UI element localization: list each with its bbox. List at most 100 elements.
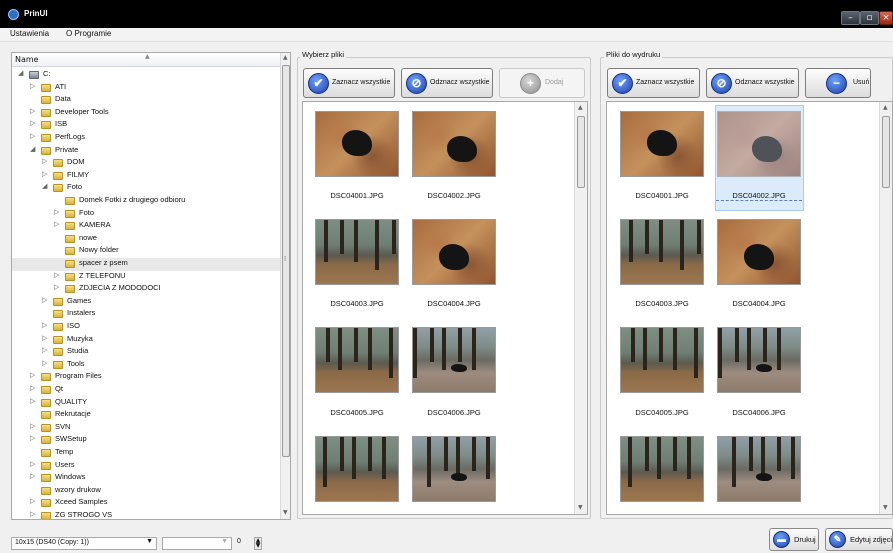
expanded-arrow-icon[interactable]: ◢	[30, 145, 35, 153]
tree-item[interactable]: ▷ SVN	[12, 422, 278, 435]
print-thumbnail[interactable]	[717, 111, 801, 177]
expand-arrow-icon[interactable]: ▷	[42, 346, 47, 354]
print-select-all-button[interactable]: ✔ Zaznacz wszystkie	[607, 68, 700, 98]
expand-arrow-icon[interactable]: ▷	[30, 397, 35, 405]
tree-item[interactable]: ▷ DOM	[12, 157, 278, 170]
print-thumbnail[interactable]	[620, 219, 704, 285]
tree-item[interactable]: ▷ ISO	[12, 321, 278, 334]
scroll-down-arrow-icon[interactable]: ▼	[578, 504, 583, 511]
tree-item[interactable]: ▷ Windows	[12, 472, 278, 485]
source-thumbnail[interactable]	[315, 327, 399, 393]
splitter-grip[interactable]: ⁞	[284, 255, 286, 263]
tree-item[interactable]: ▷ Muzyka	[12, 334, 278, 347]
source-scroll-thumb[interactable]	[577, 116, 585, 188]
source-thumbnail[interactable]	[315, 436, 399, 502]
source-thumbnail[interactable]	[412, 111, 496, 177]
tree-item[interactable]: ◢ Foto	[12, 182, 278, 195]
tree-item[interactable]: ▷ Tools	[12, 359, 278, 372]
tree-item[interactable]: ▷ QUALITY	[12, 397, 278, 410]
tree-item[interactable]: ▷ Program Files	[12, 371, 278, 384]
source-thumbnail[interactable]	[315, 111, 399, 177]
expand-arrow-icon[interactable]: ▷	[54, 220, 59, 228]
print-thumbnail[interactable]	[717, 219, 801, 285]
maximize-button[interactable]: ▫	[860, 11, 879, 25]
format-combo[interactable]: 10x15 (DS40 (Copy: 1)) ▼	[11, 537, 157, 550]
source-gallery-scrollbar[interactable]: ▲ ▼	[574, 102, 587, 514]
tree-item[interactable]: spacer z psem	[12, 258, 280, 271]
scroll-down-arrow-icon[interactable]: ▼	[283, 509, 288, 516]
tree-item[interactable]: nowe	[12, 233, 278, 246]
expand-arrow-icon[interactable]: ▷	[30, 119, 35, 127]
expand-arrow-icon[interactable]: ▷	[42, 359, 47, 367]
expand-arrow-icon[interactable]: ▷	[30, 472, 35, 480]
scroll-down-arrow-icon[interactable]: ▼	[883, 504, 888, 511]
scroll-up-arrow-icon[interactable]: ▲	[283, 54, 288, 61]
tree-item[interactable]: ▷ Developer Tools	[12, 107, 278, 120]
expand-arrow-icon[interactable]: ▷	[30, 422, 35, 430]
secondary-combo[interactable]: ▼	[162, 537, 232, 550]
source-thumbnail[interactable]	[412, 436, 496, 502]
tree-item[interactable]: Temp	[12, 447, 278, 460]
tree-item[interactable]: ▷ Xceed Samples	[12, 497, 278, 510]
scroll-up-arrow-icon[interactable]: ▲	[883, 104, 888, 111]
tree-item[interactable]: ▷ Qt	[12, 384, 278, 397]
expand-arrow-icon[interactable]: ▷	[30, 497, 35, 505]
expand-arrow-icon[interactable]: ▷	[30, 132, 35, 140]
select-all-button[interactable]: ✔ Zaznacz wszystkie	[303, 68, 395, 98]
print-thumbnail[interactable]	[717, 436, 801, 502]
tree-item[interactable]: ▷ PerfLogs	[12, 132, 278, 145]
tree-item[interactable]: Domek Fotki z drugiego odbioru	[12, 195, 278, 208]
tree-item[interactable]: ▷ Foto	[12, 208, 278, 221]
tree-item[interactable]: ▷ Users	[12, 460, 278, 473]
expand-arrow-icon[interactable]: ▷	[54, 208, 59, 216]
print-gallery-scrollbar[interactable]: ▲ ▼	[879, 102, 892, 514]
tree-item[interactable]: ▷ ATI	[12, 82, 278, 95]
tree-item[interactable]: ▷ ZDJECIA Z MODODOCI	[12, 283, 278, 296]
tree-item[interactable]: ◢ Private	[12, 145, 278, 158]
print-thumbnail[interactable]	[620, 436, 704, 502]
tree-item[interactable]: Instalers	[12, 308, 278, 321]
menu-ustawienia[interactable]: Ustawienia	[10, 29, 49, 38]
tree-item[interactable]: ▷ KAMERA	[12, 220, 278, 233]
scroll-up-arrow-icon[interactable]: ▲	[578, 104, 583, 111]
tree-item[interactable]: Data	[12, 94, 278, 107]
menu-o-programie[interactable]: O Programie	[66, 29, 111, 38]
tree-item[interactable]: ▷ ZG STROGO VS	[12, 510, 278, 519]
expand-arrow-icon[interactable]: ▷	[54, 271, 59, 279]
expand-arrow-icon[interactable]: ▷	[42, 296, 47, 304]
print-deselect-all-button[interactable]: ⊘ Odznacz wszystkie	[706, 68, 799, 98]
expand-arrow-icon[interactable]: ▷	[30, 82, 35, 90]
tree-item[interactable]: ▷ SWSetup	[12, 434, 278, 447]
expand-arrow-icon[interactable]: ▷	[30, 460, 35, 468]
tree-item[interactable]: Rekrutacje	[12, 409, 278, 422]
expand-arrow-icon[interactable]: ▷	[30, 384, 35, 392]
source-thumbnail[interactable]	[315, 219, 399, 285]
print-scroll-thumb[interactable]	[882, 116, 890, 188]
copies-field[interactable]: 0	[234, 537, 250, 550]
expanded-arrow-icon[interactable]: ◢	[18, 69, 23, 77]
folder-tree[interactable]: Name ▲ ◢ C: ▷ ATI Data ▷ Developer Tools ▷ ISB ▷ P…	[11, 52, 291, 520]
tree-item[interactable]: ▷ FILMY	[12, 170, 278, 183]
print-thumbnail[interactable]	[620, 327, 704, 393]
source-thumbnail[interactable]	[412, 219, 496, 285]
tree-header-name[interactable]: Name ▲	[12, 53, 280, 67]
edit-photos-button[interactable]: ✎ Edytuj zdjęcia	[825, 528, 893, 551]
expand-arrow-icon[interactable]: ▷	[54, 283, 59, 291]
expand-arrow-icon[interactable]: ▷	[42, 334, 47, 342]
tree-scrollbar[interactable]: ▲ ▼	[280, 53, 290, 519]
tree-item[interactable]: wzory drukow	[12, 485, 278, 498]
minimize-button[interactable]: –	[841, 11, 860, 25]
expanded-arrow-icon[interactable]: ◢	[42, 182, 47, 190]
expand-arrow-icon[interactable]: ▷	[42, 170, 47, 178]
expand-arrow-icon[interactable]: ▷	[42, 157, 47, 165]
tree-item[interactable]: ▷ Z TELEFONU	[12, 271, 278, 284]
close-button[interactable]: ×	[879, 11, 893, 25]
deselect-all-button[interactable]: ⊘ Odznacz wszystkie	[401, 68, 493, 98]
remove-button[interactable]: − Usuń	[805, 68, 871, 98]
print-button[interactable]: ▬ Drukuj	[769, 528, 819, 551]
expand-arrow-icon[interactable]: ▷	[42, 321, 47, 329]
source-thumbnail[interactable]	[412, 327, 496, 393]
add-button[interactable]: + Dodaj	[499, 68, 585, 98]
expand-arrow-icon[interactable]: ▷	[30, 510, 35, 518]
expand-arrow-icon[interactable]: ▷	[30, 434, 35, 442]
